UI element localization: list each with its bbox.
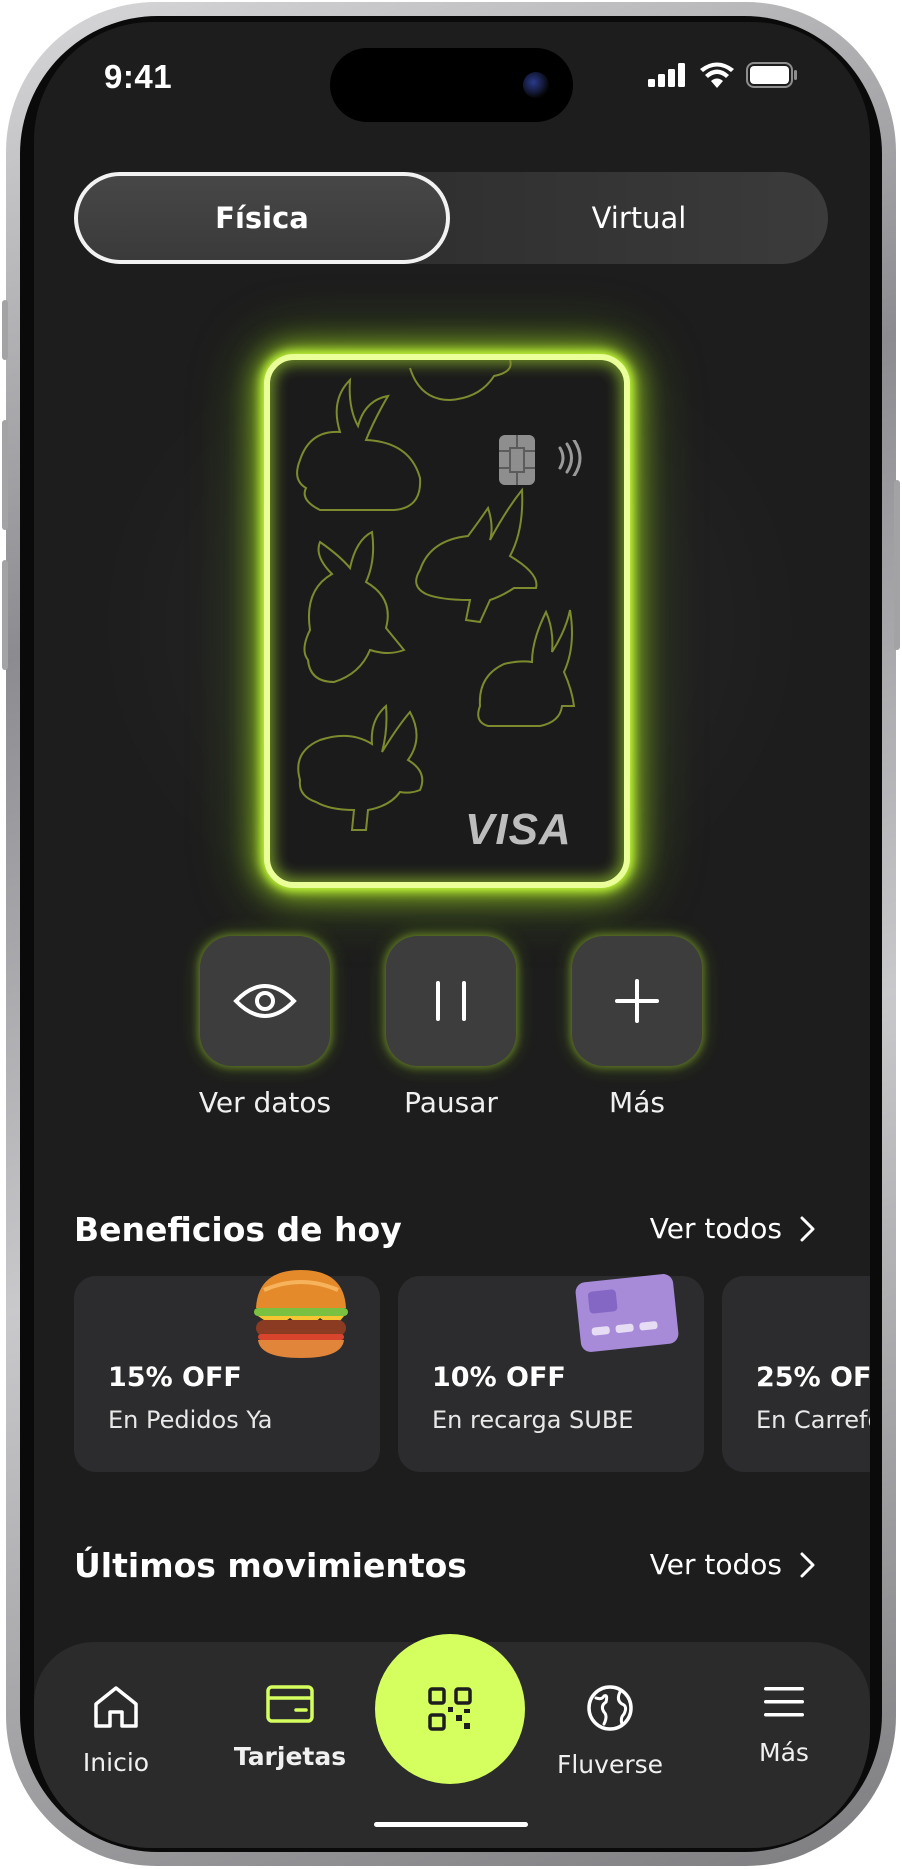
wallet-icon — [266, 1685, 314, 1723]
plus-icon — [615, 979, 659, 1023]
more-label: Más — [609, 1086, 665, 1119]
tab-fisica[interactable]: Física — [74, 172, 450, 264]
eye-icon — [233, 984, 297, 1018]
chevron-right-icon — [800, 1216, 815, 1241]
screen: 9:41 Física Virtual VISA Ver datos Pausa… — [34, 22, 870, 1848]
card-type-toggle: Física Virtual — [74, 172, 828, 264]
battery-icon — [746, 62, 797, 88]
benefit-subtitle: En Pedidos Ya — [108, 1406, 273, 1434]
qr-scan-button[interactable] — [375, 1634, 525, 1784]
pause-button[interactable] — [386, 936, 516, 1066]
home-icon — [94, 1686, 138, 1728]
wifi-icon — [700, 62, 734, 88]
nav-label-inicio: Inicio — [82, 1748, 150, 1777]
home-indicator — [374, 1822, 528, 1827]
benefit-title: 15% OFF — [108, 1362, 242, 1393]
view-data-button[interactable] — [200, 936, 330, 1066]
burger-icon — [254, 1270, 348, 1358]
status-time: 9:41 — [104, 58, 173, 95]
physical-card[interactable]: VISA — [264, 354, 630, 888]
benefits-see-all[interactable]: Ver todos — [650, 1212, 816, 1245]
benefit-card[interactable]: 15% OFF En Pedidos Ya — [74, 1270, 380, 1472]
nav-label-tarjetas: Tarjetas — [233, 1742, 347, 1771]
nav-label-mas: Más — [759, 1738, 809, 1767]
benefit-subtitle: En Carrefour — [756, 1406, 870, 1434]
view-data-label: Ver datos — [198, 1086, 332, 1119]
tab-fisica-label: Física — [215, 201, 309, 235]
benefit-subtitle: En recarga SUBE — [432, 1406, 634, 1434]
benefit-title: 10% OFF — [432, 1362, 566, 1393]
pause-label: Pausar — [404, 1086, 498, 1119]
side-button-left — [2, 300, 8, 360]
movements-see-all[interactable]: Ver todos — [650, 1548, 816, 1581]
pause-icon — [436, 981, 466, 1021]
nav-item-tarjetas[interactable]: Tarjetas — [210, 1684, 370, 1771]
benefit-title: 25% OFF — [756, 1362, 870, 1393]
action-pause[interactable]: Pausar — [386, 936, 516, 1119]
action-view-data[interactable]: Ver datos — [199, 936, 331, 1119]
benefits-title: Beneficios de hoy — [74, 1210, 402, 1249]
signal-icon — [648, 63, 685, 87]
movements-title: Últimos movimientos — [74, 1546, 467, 1585]
contactless-icon — [558, 440, 582, 476]
side-button-left — [2, 560, 8, 670]
benefit-card[interactable]: 10% OFF En recarga SUBE — [398, 1274, 704, 1472]
qr-code-icon — [428, 1687, 472, 1731]
nav-item-inicio[interactable]: Inicio — [36, 1684, 196, 1777]
bunny-pattern — [296, 360, 576, 831]
tab-virtual[interactable]: Virtual — [450, 172, 828, 264]
benefits-see-all-label: Ver todos — [649, 1212, 782, 1245]
globe-icon — [587, 1685, 633, 1731]
card-icon — [575, 1274, 679, 1352]
tab-virtual-label: Virtual — [591, 201, 687, 235]
action-more[interactable]: Más — [572, 936, 702, 1119]
more-button[interactable] — [572, 936, 702, 1066]
nav-item-mas[interactable]: Más — [704, 1684, 864, 1767]
nav-label-fluverse: Fluverse — [556, 1750, 664, 1779]
nav-item-fluverse[interactable]: Fluverse — [530, 1684, 690, 1779]
side-button-right — [894, 480, 900, 650]
status-icons — [648, 62, 798, 88]
chip-icon — [499, 435, 535, 485]
menu-icon — [764, 1687, 804, 1717]
movements-see-all-label: Ver todos — [649, 1548, 782, 1581]
dynamic-island — [330, 48, 573, 122]
card-brand-logo: VISA — [465, 805, 572, 854]
side-button-left — [2, 420, 8, 530]
chevron-right-icon — [800, 1552, 815, 1577]
benefit-card[interactable]: 25% OFF En Carrefour — [722, 1276, 870, 1472]
front-camera — [523, 72, 549, 98]
